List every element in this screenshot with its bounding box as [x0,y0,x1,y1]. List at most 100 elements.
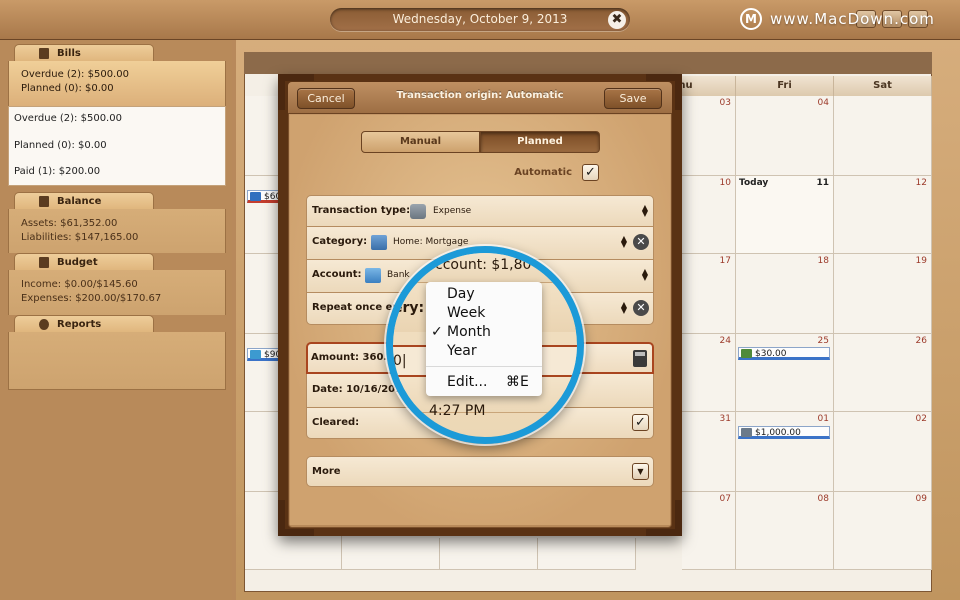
calendar-event[interactable]: $30.00 [738,347,830,360]
calendar-cell[interactable]: 02 [834,412,932,492]
magnified-repeat-text: ery: [393,300,425,316]
calendar-cell[interactable]: 18 [736,254,834,334]
calendar-cell[interactable]: 07 [682,492,736,570]
bills-paid-item[interactable]: Paid (1): $200.00 [14,166,100,177]
budget-summary[interactable]: Income: $0.00/$145.60 Expenses: $200.00/… [8,270,226,315]
transaction-type-row[interactable]: Transaction type: Expense ▲ ▼ [306,195,654,227]
calendar-cell[interactable]: 09 [834,492,932,570]
calendar-cell[interactable] [538,538,636,570]
day-number: 18 [817,256,829,266]
day-number: 08 [817,494,829,504]
cash-icon [741,349,752,358]
menu-item-day[interactable]: Day [447,286,475,302]
calendar-cell[interactable]: 17 [682,254,736,334]
bills-tab[interactable]: Bills [14,44,154,62]
calendar-event[interactable]: $1,000.00 [738,426,830,439]
budget-tab[interactable]: Budget [14,253,154,271]
house-icon [250,192,261,201]
day-number: 01 [817,414,829,424]
calendar-cell[interactable] [245,96,281,176]
expense-icon [410,204,426,219]
cleared-checkbox[interactable]: ✓ [632,414,649,431]
calendar-cell[interactable] [834,96,932,176]
disclosure-icon[interactable]: ▼ [632,463,649,480]
bills-icon [39,48,49,59]
bank-icon [365,268,381,283]
day-number: 03 [719,98,731,108]
day-number: 31 [719,414,731,424]
bills-summary[interactable]: Overdue (2): $500.00 Planned (0): $0.00 [8,61,226,106]
day-header-sat: Sat [834,76,932,96]
day-number: 10 [719,178,731,188]
reports-tab[interactable]: Reports [14,315,154,333]
day-header-fri: Fri [736,76,834,96]
bills-planned-item[interactable]: Planned (0): $0.00 [14,140,107,151]
calendar-cell[interactable]: 12 [834,176,932,254]
bills-title: Bills [57,48,81,59]
category-value: Home: Mortgage [393,237,469,247]
calendar-cell-today[interactable]: Today 11 [736,176,834,254]
calendar-cell[interactable]: 25 $30.00 [736,334,834,412]
automatic-checkbox[interactable]: ✓ [582,164,599,181]
day-number: 19 [915,256,927,266]
calendar-header-strip [244,52,932,74]
close-icon[interactable]: ✖ [608,11,626,29]
balance-icon [39,196,49,207]
calendar-cell[interactable] [440,538,538,570]
menu-item-year[interactable]: Year [447,343,477,359]
calendar-cell[interactable]: 26 [834,334,932,412]
calendar-cell[interactable] [342,538,440,570]
budget-title: Budget [57,257,98,268]
event-amount: $1,000.00 [755,428,801,438]
day-number: 17 [719,256,731,266]
menu-separator [426,366,542,367]
day-number: 25 [817,336,829,346]
calendar-cell[interactable]: 01 $1,000.00 [736,412,834,492]
day-number: 12 [915,178,927,188]
more-row[interactable]: More ▼ [306,456,654,487]
transaction-type-value: Expense [433,206,472,216]
clear-category-icon[interactable]: ✕ [633,234,649,250]
calendar-cell[interactable]: 08 [736,492,834,570]
checkmark-icon: ✓ [431,324,443,340]
day-number: 09 [915,494,927,504]
calendar-cell[interactable]: 24 [682,334,736,412]
day-number: 02 [915,414,927,424]
calendar-cell[interactable]: 03 [682,96,736,176]
magnified-account-row: ccount: $1,80 [393,253,577,283]
bills-overdue-item[interactable]: Overdue (2): $500.00 [14,113,122,124]
sheet-title: Transaction origin: Automatic [396,90,564,101]
budget-expenses: Expenses: $200.00/$170.67 [21,293,162,304]
bills-summary-overdue: Overdue (2): $500.00 [21,69,129,80]
calendar-cell[interactable]: $90 [245,334,283,412]
edit-shortcut: ⌘E [506,374,529,390]
updown-arrows-icon: ▲ ▼ [620,234,627,249]
corner-decoration [278,500,314,536]
magnified-amount-text: 0| [393,353,407,369]
calendar-cell[interactable]: $60 [245,176,283,254]
reports-icon [39,319,49,330]
cleared-label: Cleared: [312,417,360,428]
menu-item-month[interactable]: Month [447,324,491,340]
menu-item-edit[interactable]: Edit... [447,374,487,390]
transfer-icon [741,428,752,437]
calendar-cell[interactable]: 10 [682,176,736,254]
balance-tab[interactable]: Balance [14,192,154,210]
tab-planned[interactable]: Planned [480,131,600,153]
clear-repeat-icon[interactable]: ✕ [633,300,649,316]
today-label: Today [739,178,769,188]
menu-item-week[interactable]: Week [447,305,485,321]
current-date-display[interactable]: Wednesday, October 9, 2013 [330,8,630,31]
balance-summary[interactable]: Assets: $61,352.00 Liabilities: $147,165… [8,209,226,253]
calendar-cell[interactable]: 04 [736,96,834,176]
account-label: Account: [312,269,362,280]
calendar-cell[interactable] [245,254,281,334]
tab-manual[interactable]: Manual [361,131,480,153]
calendar-cell[interactable]: 31 [682,412,736,492]
transaction-type-label: Transaction type: [312,205,411,216]
calendar-cell[interactable]: 19 [834,254,932,334]
magnified-time: 4:27 PM [429,403,486,419]
calendar-cell[interactable] [245,412,281,492]
calculator-icon[interactable] [633,350,647,367]
corner-decoration [646,500,682,536]
